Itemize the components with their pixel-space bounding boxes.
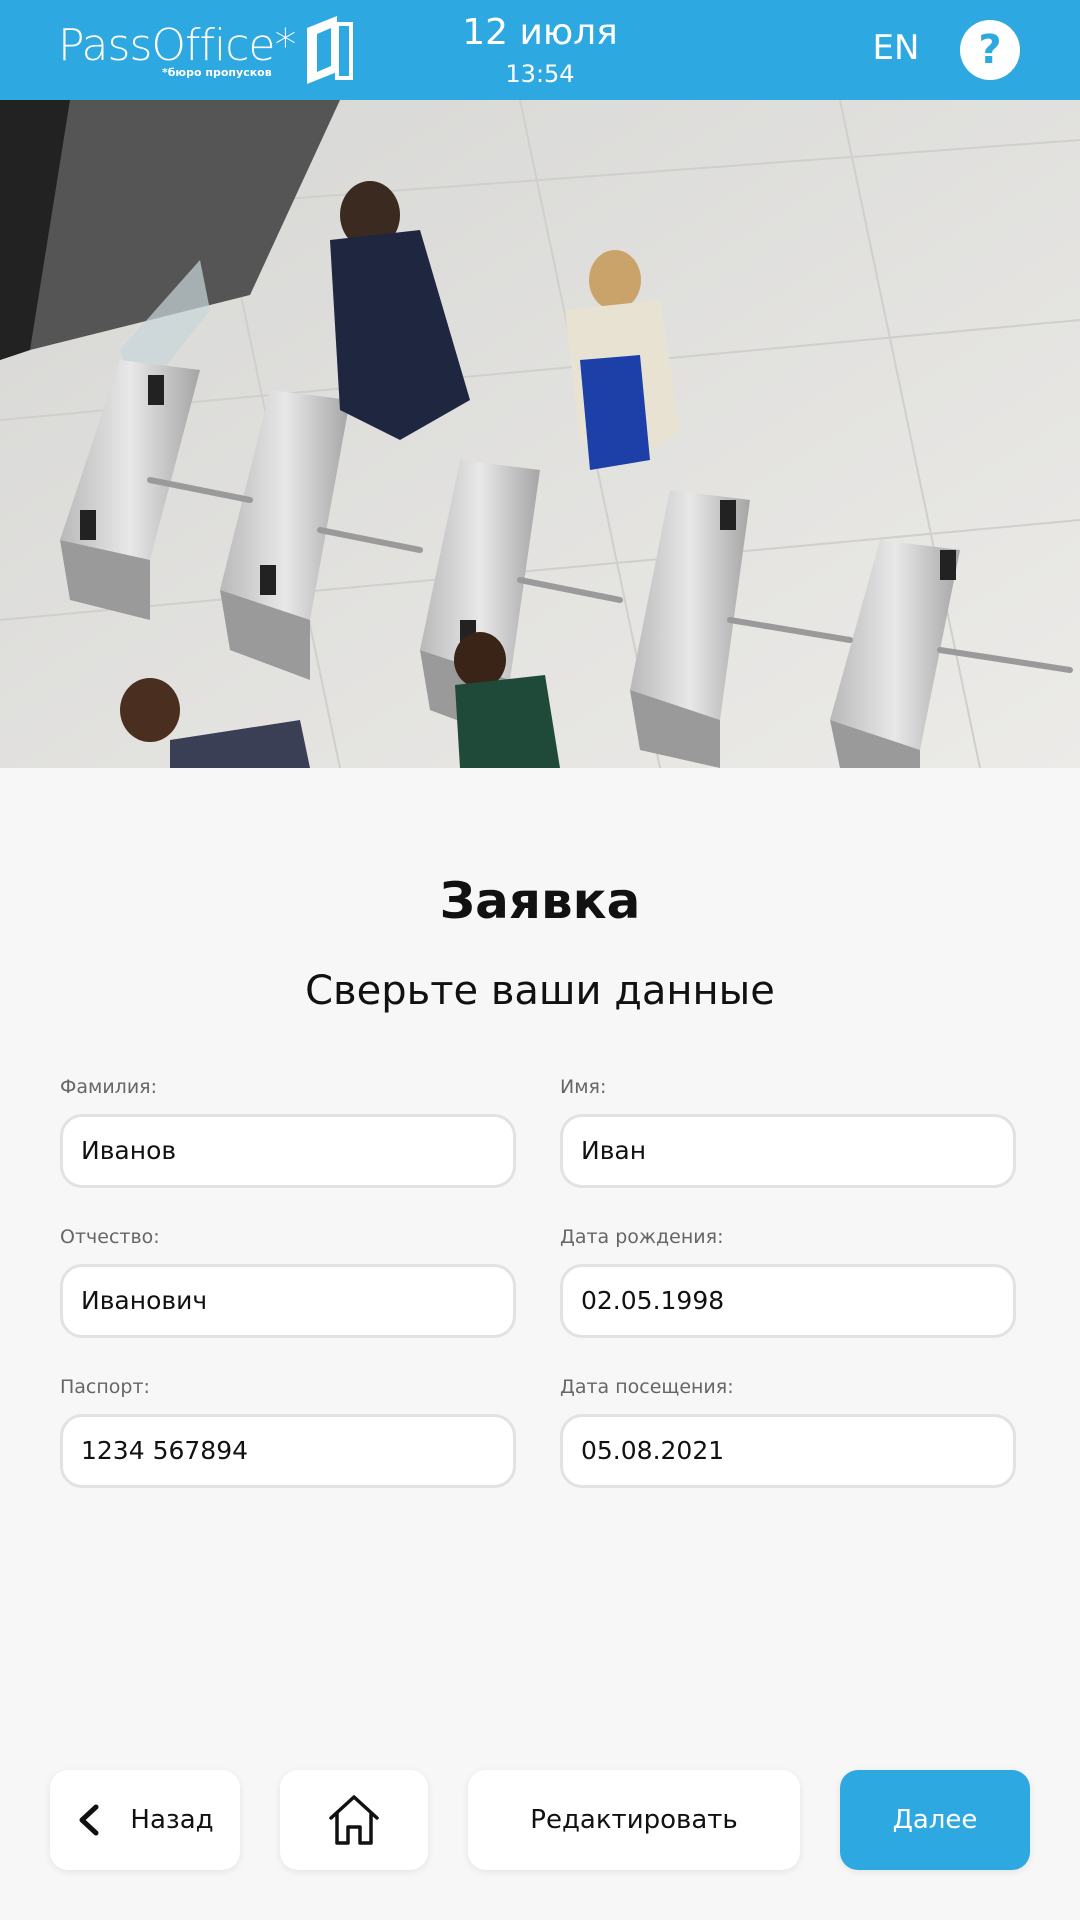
logo-text: PassOffice* (58, 20, 296, 71)
visitdate-field[interactable]: 05.08.2021 (560, 1414, 1016, 1488)
visitdate-label: Дата посещения: (560, 1376, 734, 1398)
help-icon[interactable]: ? (960, 20, 1020, 80)
logo-mark-icon (307, 16, 353, 84)
edit-button[interactable]: Редактировать (468, 1770, 800, 1870)
page-title: Заявка (439, 872, 641, 930)
language-switch[interactable]: EN (870, 28, 922, 68)
birthdate-field[interactable]: 02.05.1998 (560, 1264, 1016, 1338)
home-button[interactable] (280, 1770, 428, 1870)
patronymic-label: Отчество: (60, 1226, 160, 1248)
header-bar: PassOffice* *бюро пропусков 12 июля 13:5… (0, 0, 1080, 100)
lastname-label: Фамилия: (60, 1076, 158, 1098)
firstname-field[interactable]: Иван (560, 1114, 1016, 1188)
turnstile-photo-illustration (0, 100, 1080, 768)
home-icon (329, 1795, 379, 1845)
hero-photo (0, 100, 1080, 768)
firstname-label: Имя: (560, 1076, 607, 1098)
passport-label: Паспорт: (60, 1376, 150, 1398)
passport-field[interactable]: 1234 567894 (60, 1414, 516, 1488)
page-subtitle: Сверьте ваши данные (305, 968, 775, 1014)
back-button[interactable]: Назад (50, 1770, 240, 1870)
lastname-field[interactable]: Иванов (60, 1114, 516, 1188)
next-button[interactable]: Далее (840, 1770, 1030, 1870)
chevron-left-icon (79, 1804, 99, 1836)
current-time: 13:54 (505, 60, 575, 88)
patronymic-field[interactable]: Иванович (60, 1264, 516, 1338)
passoffice-logo: PassOffice* *бюро пропусков (58, 12, 358, 88)
current-date: 12 июля (462, 12, 618, 53)
birthdate-label: Дата рождения: (560, 1226, 724, 1248)
logo-subtitle: *бюро пропусков (162, 66, 272, 79)
back-button-label: Назад (130, 1805, 214, 1835)
